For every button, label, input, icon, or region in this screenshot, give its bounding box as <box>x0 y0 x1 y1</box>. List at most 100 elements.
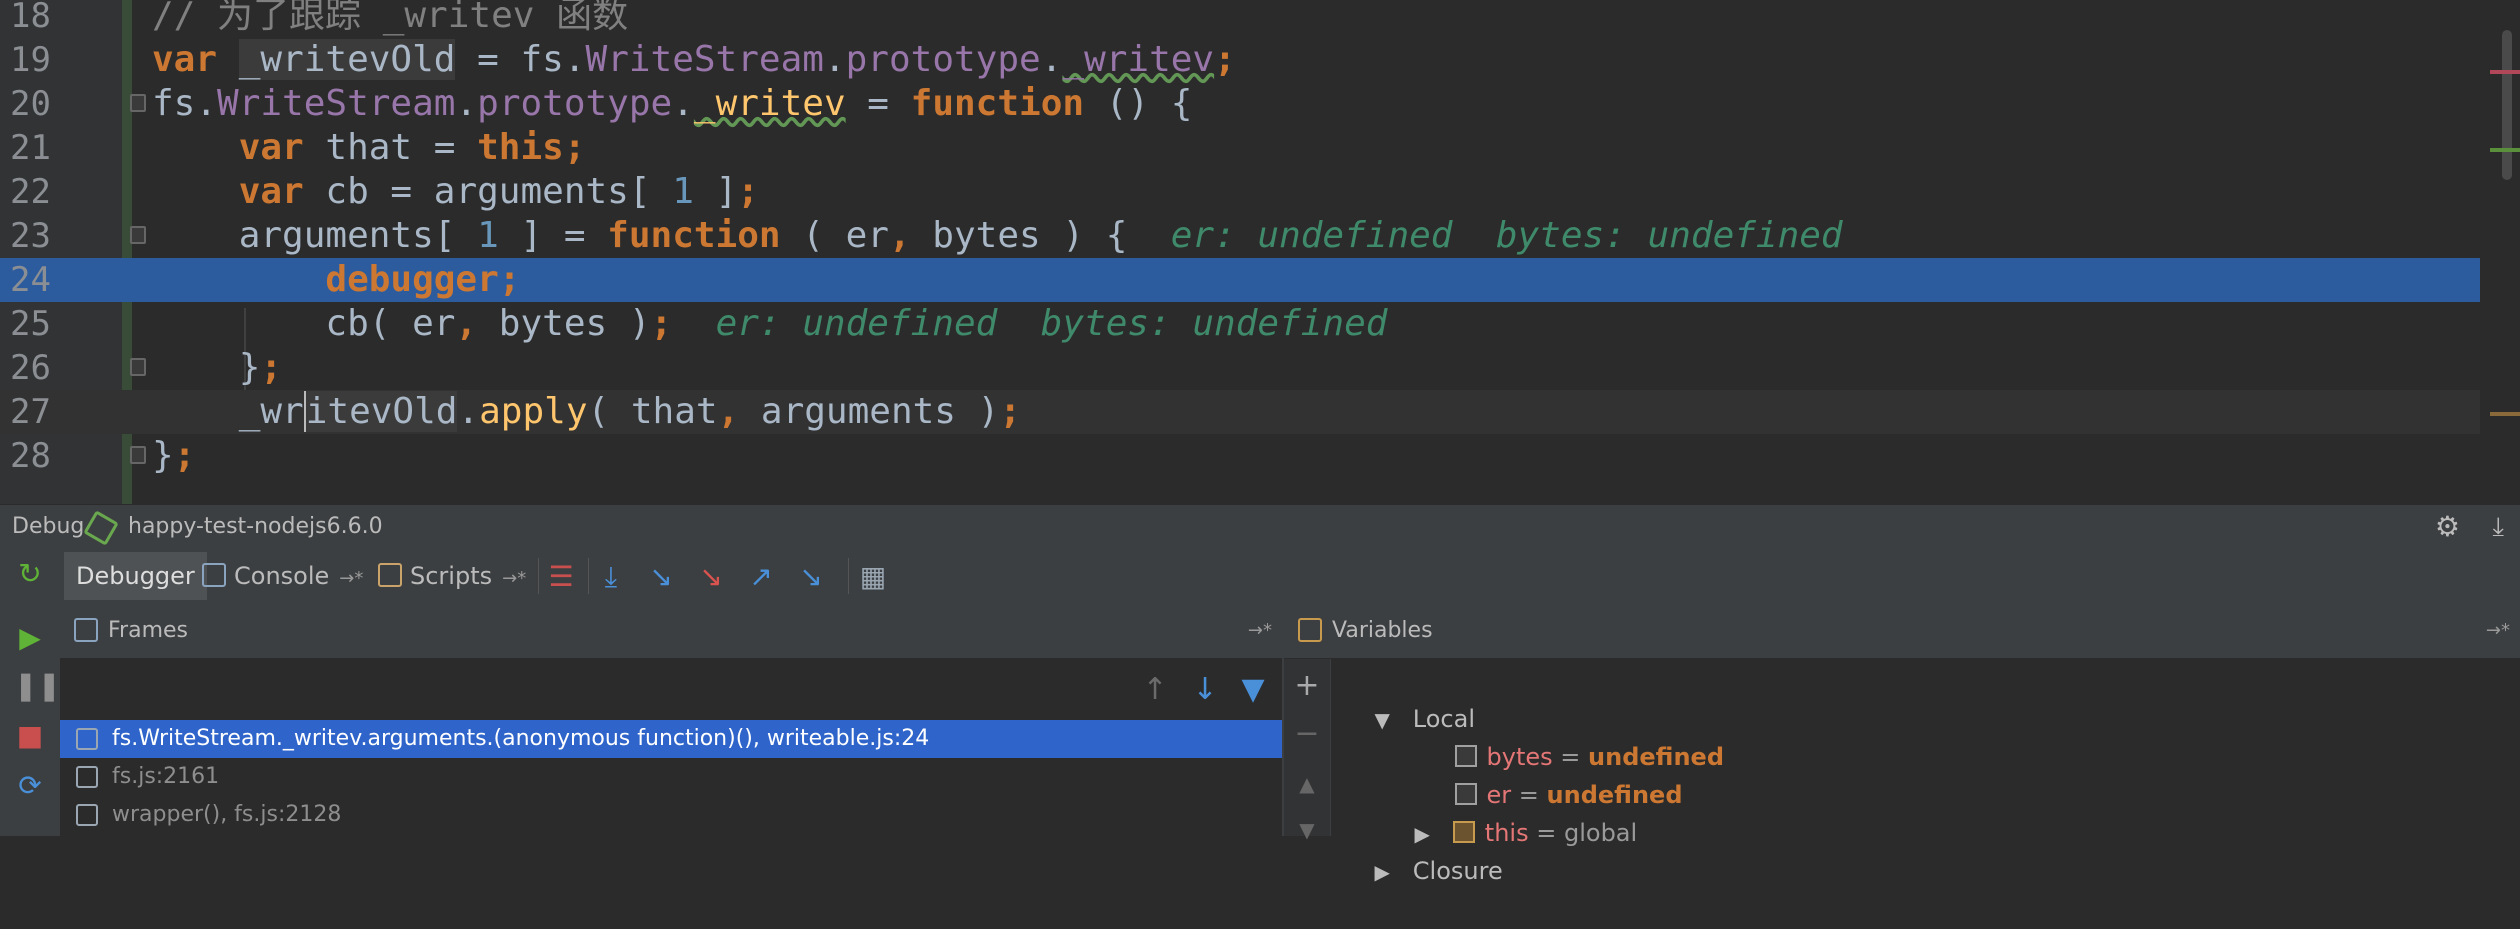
code-line-22[interactable]: 22 var cb = arguments[ 1 ]; <box>0 170 2480 214</box>
variables-title: Variables <box>1332 618 1433 643</box>
frames-toolbar: ↑ ↓ ▼ <box>60 659 1282 719</box>
debug-tool-window-header: Debug happy-test-nodejs6.6.0 ⚙ ⤓ <box>0 504 2520 548</box>
fold-end-marker-icon[interactable] <box>130 358 146 376</box>
variables-header: Variables →* <box>1284 604 2520 659</box>
variable-row[interactable]: bytes = undefined <box>1424 700 1724 771</box>
add-watch-icon[interactable]: + <box>1292 671 1322 701</box>
frame-item[interactable]: fs.WriteStream._writev.arguments.(anonym… <box>60 720 1282 758</box>
variables-panel: Variables →* + − ▲ ▼ ▼ Local bytes = und… <box>1284 604 2520 885</box>
step-into-icon[interactable]: ↘ <box>644 560 678 594</box>
filter-icon[interactable]: ▼ <box>1236 673 1270 707</box>
line-number: 27 <box>10 392 51 432</box>
frame-item[interactable]: wrapper(), fs.js:2128 <box>60 796 1282 834</box>
variables-icon <box>1298 618 1322 642</box>
code-line-18[interactable]: 18 // 为了跟踪 _writev 函数 <box>0 0 2480 38</box>
frame-icon <box>76 728 98 750</box>
fold-marker-icon[interactable] <box>130 94 146 112</box>
code-text: fs.WriteStream.prototype._writev = funct… <box>152 83 1193 124</box>
tab-console[interactable]: Console →* <box>190 552 375 600</box>
resume-icon[interactable]: ▶ <box>14 622 46 654</box>
frame-up-icon[interactable]: ↑ <box>1138 673 1172 707</box>
variable-row[interactable]: ▶ this = global <box>1384 776 1638 847</box>
tab-scripts[interactable]: Scripts →* <box>366 552 538 600</box>
nodejs-icon <box>83 510 119 546</box>
code-line-26[interactable]: 26 }; <box>0 346 2480 390</box>
pin-icon[interactable]: →* <box>502 568 526 589</box>
error-stripe-mark[interactable] <box>2490 70 2520 74</box>
code-text: var that = this; <box>238 127 586 168</box>
toolbar-separator <box>848 558 849 594</box>
inline-debug-hint: er: undefined bytes: undefined <box>1170 215 1843 256</box>
expanded-triangle-icon[interactable]: ▼ <box>1375 708 1390 732</box>
line-number: 25 <box>10 304 51 344</box>
line-number: 21 <box>10 128 51 168</box>
fold-end-marker-icon[interactable] <box>130 446 146 464</box>
run-to-cursor-icon[interactable]: ↘ <box>794 560 828 594</box>
line-number: 20 <box>10 84 51 124</box>
code-comment: // 为了跟踪 _writev 函数 <box>152 0 629 36</box>
debug-left-toolbar: ↻ ▶ ❚❚ ■ ⟳ <box>0 548 61 836</box>
scope-closure[interactable]: ▶ Closure <box>1344 814 1503 885</box>
force-step-into-icon[interactable]: ↘ <box>694 560 728 594</box>
frame-icon <box>76 804 98 826</box>
editor-scrollbar[interactable] <box>2502 30 2512 180</box>
line-number: 28 <box>10 436 51 476</box>
code-line-28[interactable]: 28 }; <box>0 434 2480 478</box>
code-text: cb( er, bytes ); er: undefined bytes: un… <box>152 303 1388 344</box>
scope-local[interactable]: ▼ Local <box>1344 662 1475 733</box>
toolbar-separator <box>588 558 589 594</box>
refresh-icon[interactable]: ⟳ <box>14 770 46 802</box>
fold-marker-icon[interactable] <box>130 226 146 244</box>
gear-icon[interactable]: ⚙ <box>2435 505 2460 549</box>
frames-panel: Frames →* ↑ ↓ ▼ fs.WriteStream._writev.a… <box>60 604 1284 836</box>
code-text: var _writevOld = fs.WriteStream.prototyp… <box>152 39 1236 80</box>
pause-icon[interactable]: ❚❚ <box>14 670 61 702</box>
frames-title: Frames <box>108 618 189 643</box>
stop-icon[interactable]: ■ <box>14 720 46 752</box>
hide-panel-icon[interactable]: ⤓ <box>2493 505 2505 549</box>
step-over-icon[interactable]: ⤓ <box>594 560 628 594</box>
step-out-icon[interactable]: ↗ <box>744 560 778 594</box>
collapsed-triangle-icon[interactable]: ▶ <box>1375 860 1390 884</box>
frame-icon <box>76 766 98 788</box>
line-number: 26 <box>10 348 51 388</box>
pin-icon[interactable]: →* <box>339 568 363 589</box>
code-line-24-execution-point[interactable]: 24 debugger; <box>0 258 2480 302</box>
frames-icon <box>74 618 98 642</box>
move-down-icon[interactable]: ▼ <box>1292 815 1322 845</box>
code-line-23[interactable]: 23 arguments[ 1 ] = function ( er, bytes… <box>0 214 2480 258</box>
line-number: 19 <box>10 40 51 80</box>
rerun-icon[interactable]: ↻ <box>14 558 46 590</box>
line-number: 18 <box>10 0 51 36</box>
evaluate-expression-icon[interactable]: ▦ <box>856 560 890 594</box>
code-line-19[interactable]: 19 var _writevOld = fs.WriteStream.proto… <box>0 38 2480 82</box>
debugger-tabbar: Debugger Console →* Scripts →* ☰ ⤓ ↘ ↘ ↗ ↘… <box>60 548 2520 605</box>
move-up-icon[interactable]: ▲ <box>1292 769 1322 799</box>
toolbar-separator <box>538 558 539 594</box>
line-number: 24 <box>10 260 51 300</box>
line-number: 23 <box>10 216 51 256</box>
show-execution-point-icon[interactable]: ☰ <box>544 560 578 594</box>
variables-side-toolbar: + − ▲ ▼ <box>1284 659 1331 842</box>
code-text: _writevOld.apply( that, arguments ); <box>152 391 1022 432</box>
inline-debug-hint: er: undefined bytes: undefined <box>715 303 1388 344</box>
js-icon <box>378 563 402 587</box>
code-text: }; <box>152 347 283 388</box>
remove-watch-icon[interactable]: − <box>1292 719 1322 749</box>
code-editor[interactable]: 18 // 为了跟踪 _writev 函数 19 var _writevOld … <box>0 0 2520 504</box>
pin-icon[interactable]: →* <box>2486 604 2510 658</box>
line-number: 22 <box>10 172 51 212</box>
run-config-name[interactable]: happy-test-nodejs6.6.0 <box>128 505 383 549</box>
code-line-27-caret[interactable]: 27 _writevOld.apply( that, arguments ); <box>0 390 2480 434</box>
code-line-21[interactable]: 21 var that = this; <box>0 126 2480 170</box>
code-line-20[interactable]: 20 fs.WriteStream.prototype._writev = fu… <box>0 82 2480 126</box>
change-stripe-mark[interactable] <box>2490 148 2520 152</box>
caret-stripe-mark[interactable] <box>2490 412 2520 416</box>
tab-debugger[interactable]: Debugger <box>64 552 207 600</box>
frame-item[interactable]: fs.js:2161 <box>60 758 1282 796</box>
code-line-25[interactable]: 25 cb( er, bytes ); er: undefined bytes:… <box>0 302 2480 346</box>
frame-down-icon[interactable]: ↓ <box>1188 673 1222 707</box>
pin-icon[interactable]: →* <box>1248 604 1272 658</box>
variable-row[interactable]: er = undefined <box>1424 738 1683 809</box>
code-text: }; <box>152 435 196 476</box>
